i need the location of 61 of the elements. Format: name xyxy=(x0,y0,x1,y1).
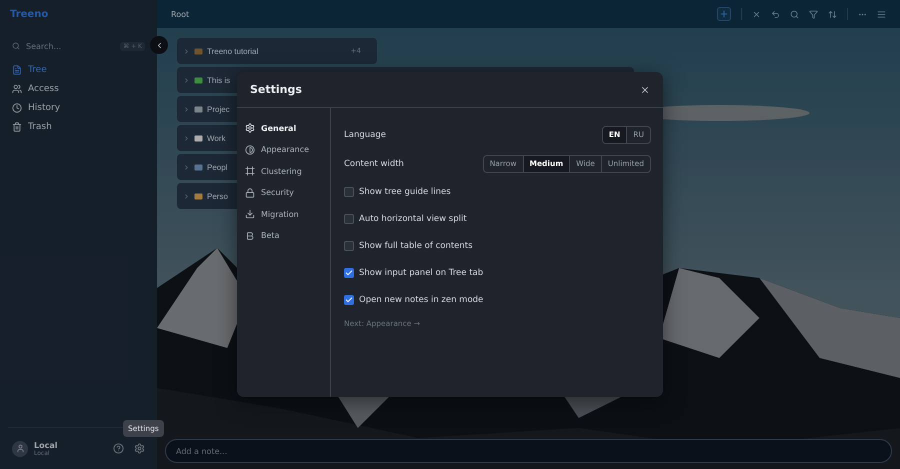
chevron-icon xyxy=(183,164,190,170)
setting-label: Language xyxy=(344,130,386,140)
nav-icon xyxy=(245,144,255,155)
item-icon xyxy=(194,192,203,200)
chevron-icon xyxy=(183,192,190,200)
settings-icon[interactable] xyxy=(134,443,145,454)
setting-label: Content width xyxy=(344,158,404,168)
nav-icon xyxy=(245,123,255,134)
dialog-title: Settings xyxy=(250,83,302,96)
checkbox[interactable] xyxy=(344,294,354,304)
checkbox-label: Show tree guide lines xyxy=(359,186,451,196)
close-button[interactable] xyxy=(640,84,650,94)
nav-icon xyxy=(12,122,22,132)
sidebar-item[interactable]: History xyxy=(8,98,149,117)
undo-icon[interactable] xyxy=(771,10,780,18)
settings-nav-item[interactable]: Migration xyxy=(245,206,322,222)
filter-icon[interactable] xyxy=(809,10,818,18)
chevron-icon xyxy=(183,76,190,84)
checkbox-label: Auto horizontal view split xyxy=(359,214,467,224)
search-icon xyxy=(12,42,20,50)
item-icon xyxy=(194,104,203,114)
settings-nav-item[interactable]: Appearance xyxy=(245,142,322,158)
checkbox[interactable] xyxy=(344,268,354,278)
sidebar-item[interactable]: Trash xyxy=(8,117,149,136)
nav-icon xyxy=(12,64,22,74)
breadcrumb[interactable]: Root xyxy=(171,10,190,18)
chevron-icon xyxy=(183,48,190,54)
plus-icon xyxy=(719,9,729,19)
sort-icon[interactable] xyxy=(828,10,837,18)
nav-icon xyxy=(12,84,22,94)
nav-icon xyxy=(12,102,22,112)
item-icon xyxy=(194,46,203,56)
item-icon xyxy=(194,76,203,84)
checkbox-label: Show input panel on Tree tab xyxy=(359,268,484,278)
help-icon[interactable] xyxy=(113,443,124,454)
user-name: Local xyxy=(34,440,58,450)
nav-icon xyxy=(245,188,255,198)
checkbox[interactable] xyxy=(344,240,354,250)
close-icon[interactable] xyxy=(752,10,761,18)
checkbox[interactable] xyxy=(344,186,354,196)
settings-nav-item[interactable]: Clustering xyxy=(245,163,322,180)
settings-nav-item[interactable]: General xyxy=(245,120,322,136)
settings-nav-item[interactable]: Beta xyxy=(245,228,322,244)
add-button[interactable] xyxy=(717,7,731,21)
nav-icon xyxy=(245,209,255,220)
search-icon[interactable] xyxy=(790,10,799,18)
checkbox[interactable] xyxy=(344,214,354,224)
chevron-icon xyxy=(183,106,190,112)
nav-icon xyxy=(245,166,255,176)
chevron-icon xyxy=(183,134,190,142)
sidebar-item[interactable]: Access xyxy=(8,79,149,98)
menu-icon[interactable] xyxy=(877,10,886,18)
nav-icon xyxy=(245,230,255,241)
checkbox-label: Open new notes in zen mode xyxy=(359,294,484,304)
settings-nav-item[interactable]: Security xyxy=(245,184,322,201)
note-input[interactable]: Add a note... xyxy=(165,439,892,463)
avatar-icon xyxy=(12,440,28,456)
checkbox-label: Show full table of contents xyxy=(359,240,473,250)
item-icon xyxy=(194,162,203,172)
item-icon xyxy=(194,134,203,142)
app-logo: Treeno xyxy=(9,8,50,22)
